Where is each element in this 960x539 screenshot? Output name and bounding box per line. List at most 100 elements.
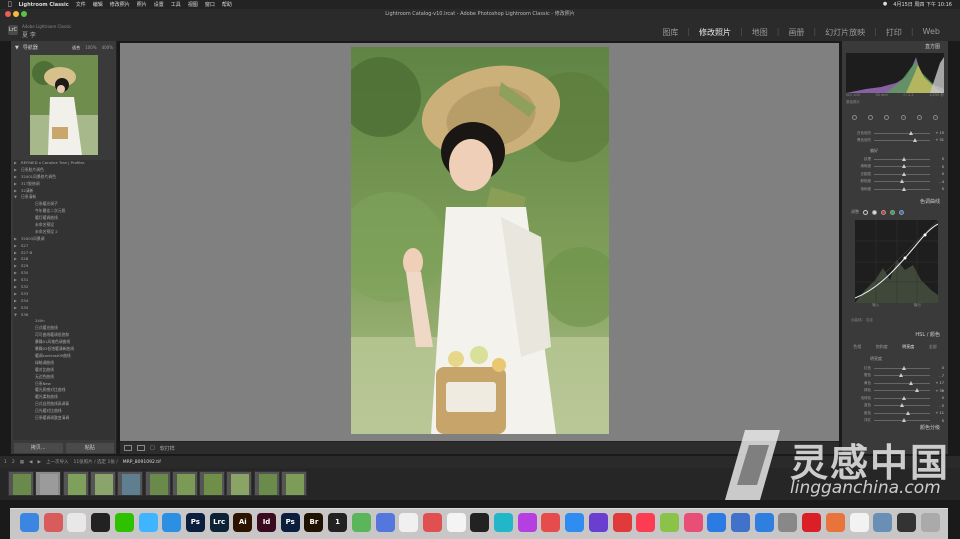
forward-arrow-icon[interactable]: ▶ bbox=[37, 460, 40, 465]
menu-edit[interactable]: 编辑 bbox=[93, 1, 103, 8]
launchpad-icon[interactable] bbox=[43, 513, 63, 532]
safari-icon[interactable] bbox=[162, 513, 182, 532]
preset-item[interactable]: ▶ S35 bbox=[13, 305, 115, 312]
preset-item[interactable]: 暖调contrast09曲线 bbox=[13, 353, 115, 360]
red-channel-icon[interactable] bbox=[881, 209, 886, 215]
textedit-icon[interactable] bbox=[849, 513, 869, 532]
slider-knob[interactable] bbox=[908, 380, 913, 385]
preset-item[interactable]: ▶ 32001风景修片调色 bbox=[13, 174, 115, 181]
preset-item[interactable]: ▶ S27 bbox=[13, 243, 115, 250]
filmstrip-thumbnail[interactable] bbox=[117, 471, 144, 496]
slider-track[interactable] bbox=[874, 418, 930, 422]
module-book[interactable]: 画册 bbox=[788, 27, 804, 38]
preset-item[interactable]: 暴躁01风格色调曲线 bbox=[13, 339, 115, 346]
navigator-preview[interactable] bbox=[30, 55, 98, 155]
page-1-button[interactable]: 1 bbox=[4, 460, 7, 465]
preset-item[interactable]: 未命名预设 bbox=[13, 222, 115, 229]
slider-value[interactable]: 0 bbox=[930, 165, 944, 169]
rgb-channel-icon[interactable] bbox=[872, 209, 877, 215]
slider-hsl[interactable]: 洋红 0 bbox=[846, 418, 944, 424]
copy-settings-button[interactable]: 拷贝... bbox=[14, 443, 63, 453]
preset-item[interactable]: ▶ S27 B bbox=[13, 250, 115, 257]
navigator-header[interactable]: ▼ 导航器 适合 100% 400% bbox=[11, 43, 117, 52]
slider-knob[interactable] bbox=[899, 179, 904, 183]
filmstrip-thumbnail[interactable] bbox=[89, 471, 116, 496]
preset-item[interactable]: 暖灯暖调曲线 bbox=[13, 215, 115, 222]
photoshop-2-icon[interactable]: Ps bbox=[280, 513, 300, 532]
slider-value[interactable]: 0 bbox=[930, 419, 944, 423]
tone-curve-graph[interactable] bbox=[855, 220, 938, 303]
back-arrow-icon[interactable]: ◀ bbox=[29, 460, 32, 465]
app-1-icon[interactable]: 1 bbox=[328, 513, 348, 532]
source-label[interactable]: 上一次导入 bbox=[46, 459, 69, 465]
page-2-button[interactable]: 2 bbox=[12, 460, 15, 465]
trash-icon[interactable] bbox=[920, 513, 940, 532]
app-grid-icon[interactable] bbox=[422, 513, 442, 532]
slider-track[interactable] bbox=[874, 373, 930, 377]
brush-tool-icon[interactable] bbox=[933, 114, 939, 120]
red-eye-icon[interactable] bbox=[884, 114, 890, 120]
app-purple-icon[interactable] bbox=[588, 513, 608, 532]
slider-blacks[interactable]: 黑色色阶 + 31 bbox=[846, 137, 944, 143]
radial-filter-icon[interactable] bbox=[916, 114, 922, 120]
paste-settings-button[interactable]: 粘贴 bbox=[65, 443, 114, 453]
slider-track[interactable] bbox=[874, 179, 930, 183]
preset-item[interactable]: ▶ S32 bbox=[13, 284, 115, 291]
graduated-filter-icon[interactable] bbox=[900, 114, 906, 120]
slider-hsl[interactable]: 橙色 - 7 bbox=[846, 373, 944, 379]
slider-knob[interactable] bbox=[902, 164, 906, 168]
preset-item[interactable]: 暖光柔和曲线 bbox=[13, 394, 115, 401]
app-pink-icon[interactable] bbox=[683, 513, 703, 532]
clock[interactable]: 4月15日 周四 下午 10:16 bbox=[893, 1, 952, 8]
filmstrip-thumbnail[interactable] bbox=[8, 471, 34, 496]
preset-item[interactable]: ▶ 31T胶修调 bbox=[13, 181, 115, 188]
illustrator-icon[interactable]: Ai bbox=[233, 513, 253, 532]
app-x-icon[interactable] bbox=[707, 513, 727, 532]
preset-item[interactable]: ▶ S31 bbox=[13, 277, 115, 284]
preset-item[interactable]: 日系暖光调子 bbox=[13, 201, 115, 208]
preset-item[interactable]: ▶ S28 bbox=[13, 256, 115, 263]
module-print[interactable]: 打印 bbox=[886, 27, 902, 38]
histogram-header[interactable]: 直方图 bbox=[842, 43, 948, 51]
module-map[interactable]: 地图 bbox=[752, 27, 768, 38]
slider-value[interactable]: + 36 bbox=[930, 389, 945, 393]
slider-presence[interactable]: 鲜艳度 - 4 bbox=[846, 179, 944, 185]
minimize-window-button[interactable] bbox=[13, 11, 19, 17]
slider-value[interactable]: - 7 bbox=[930, 374, 944, 378]
blue-channel-icon[interactable] bbox=[899, 209, 904, 215]
slider-track[interactable] bbox=[874, 403, 930, 407]
preset-item[interactable]: ▶ S33 bbox=[13, 291, 115, 298]
preset-item[interactable]: ▶ S30 bbox=[13, 270, 115, 277]
preset-item[interactable]: 可可曲线暖调低饱和 bbox=[13, 332, 115, 339]
preset-item[interactable]: 日式自然曲线高调青 bbox=[13, 401, 115, 408]
loupe-view-icon[interactable] bbox=[124, 445, 132, 451]
slider-hsl[interactable]: 蓝色 - 5 bbox=[846, 403, 944, 409]
slider-track[interactable] bbox=[874, 380, 930, 385]
soft-proof-checkbox[interactable]: □ bbox=[150, 445, 155, 451]
slider-knob[interactable] bbox=[902, 395, 906, 400]
creative-cloud-icon[interactable] bbox=[802, 513, 822, 532]
module-library[interactable]: 图库 bbox=[662, 27, 678, 38]
point-curve-row[interactable]: 点曲线： 自定 bbox=[851, 318, 873, 323]
filmstrip-thumbnail[interactable] bbox=[226, 471, 253, 496]
slider-value[interactable]: 0 bbox=[930, 187, 944, 191]
indesign-icon[interactable]: Id bbox=[257, 513, 276, 532]
wechat-icon[interactable] bbox=[114, 513, 134, 532]
zoom-400[interactable]: 400% bbox=[102, 45, 113, 51]
slider-presence[interactable]: 饱和度 0 bbox=[846, 186, 944, 192]
slider-value[interactable]: 0 bbox=[930, 366, 944, 370]
bridge-icon[interactable]: Br bbox=[304, 513, 324, 532]
collapse-triangle-icon[interactable]: ▼ bbox=[15, 45, 19, 51]
slider-whites[interactable]: 白色色阶 + 15 bbox=[846, 130, 944, 136]
music-icon[interactable] bbox=[636, 513, 656, 532]
slider-knob[interactable] bbox=[906, 410, 911, 415]
menu-file[interactable]: 文件 bbox=[76, 1, 86, 8]
preset-item[interactable]: 今年最佳二次元照 bbox=[13, 208, 115, 215]
slider-value[interactable]: 0 bbox=[930, 396, 944, 400]
slider-hsl[interactable]: 红色 0 bbox=[846, 365, 944, 371]
slider-value[interactable]: 0 bbox=[930, 172, 944, 176]
slider-knob[interactable] bbox=[902, 418, 906, 422]
slider-knob[interactable] bbox=[898, 373, 903, 377]
preset-item[interactable]: ▶ REFINED x Caroline Tran | Profiles bbox=[13, 160, 115, 167]
filmstrip-thumbnail[interactable] bbox=[253, 471, 280, 496]
